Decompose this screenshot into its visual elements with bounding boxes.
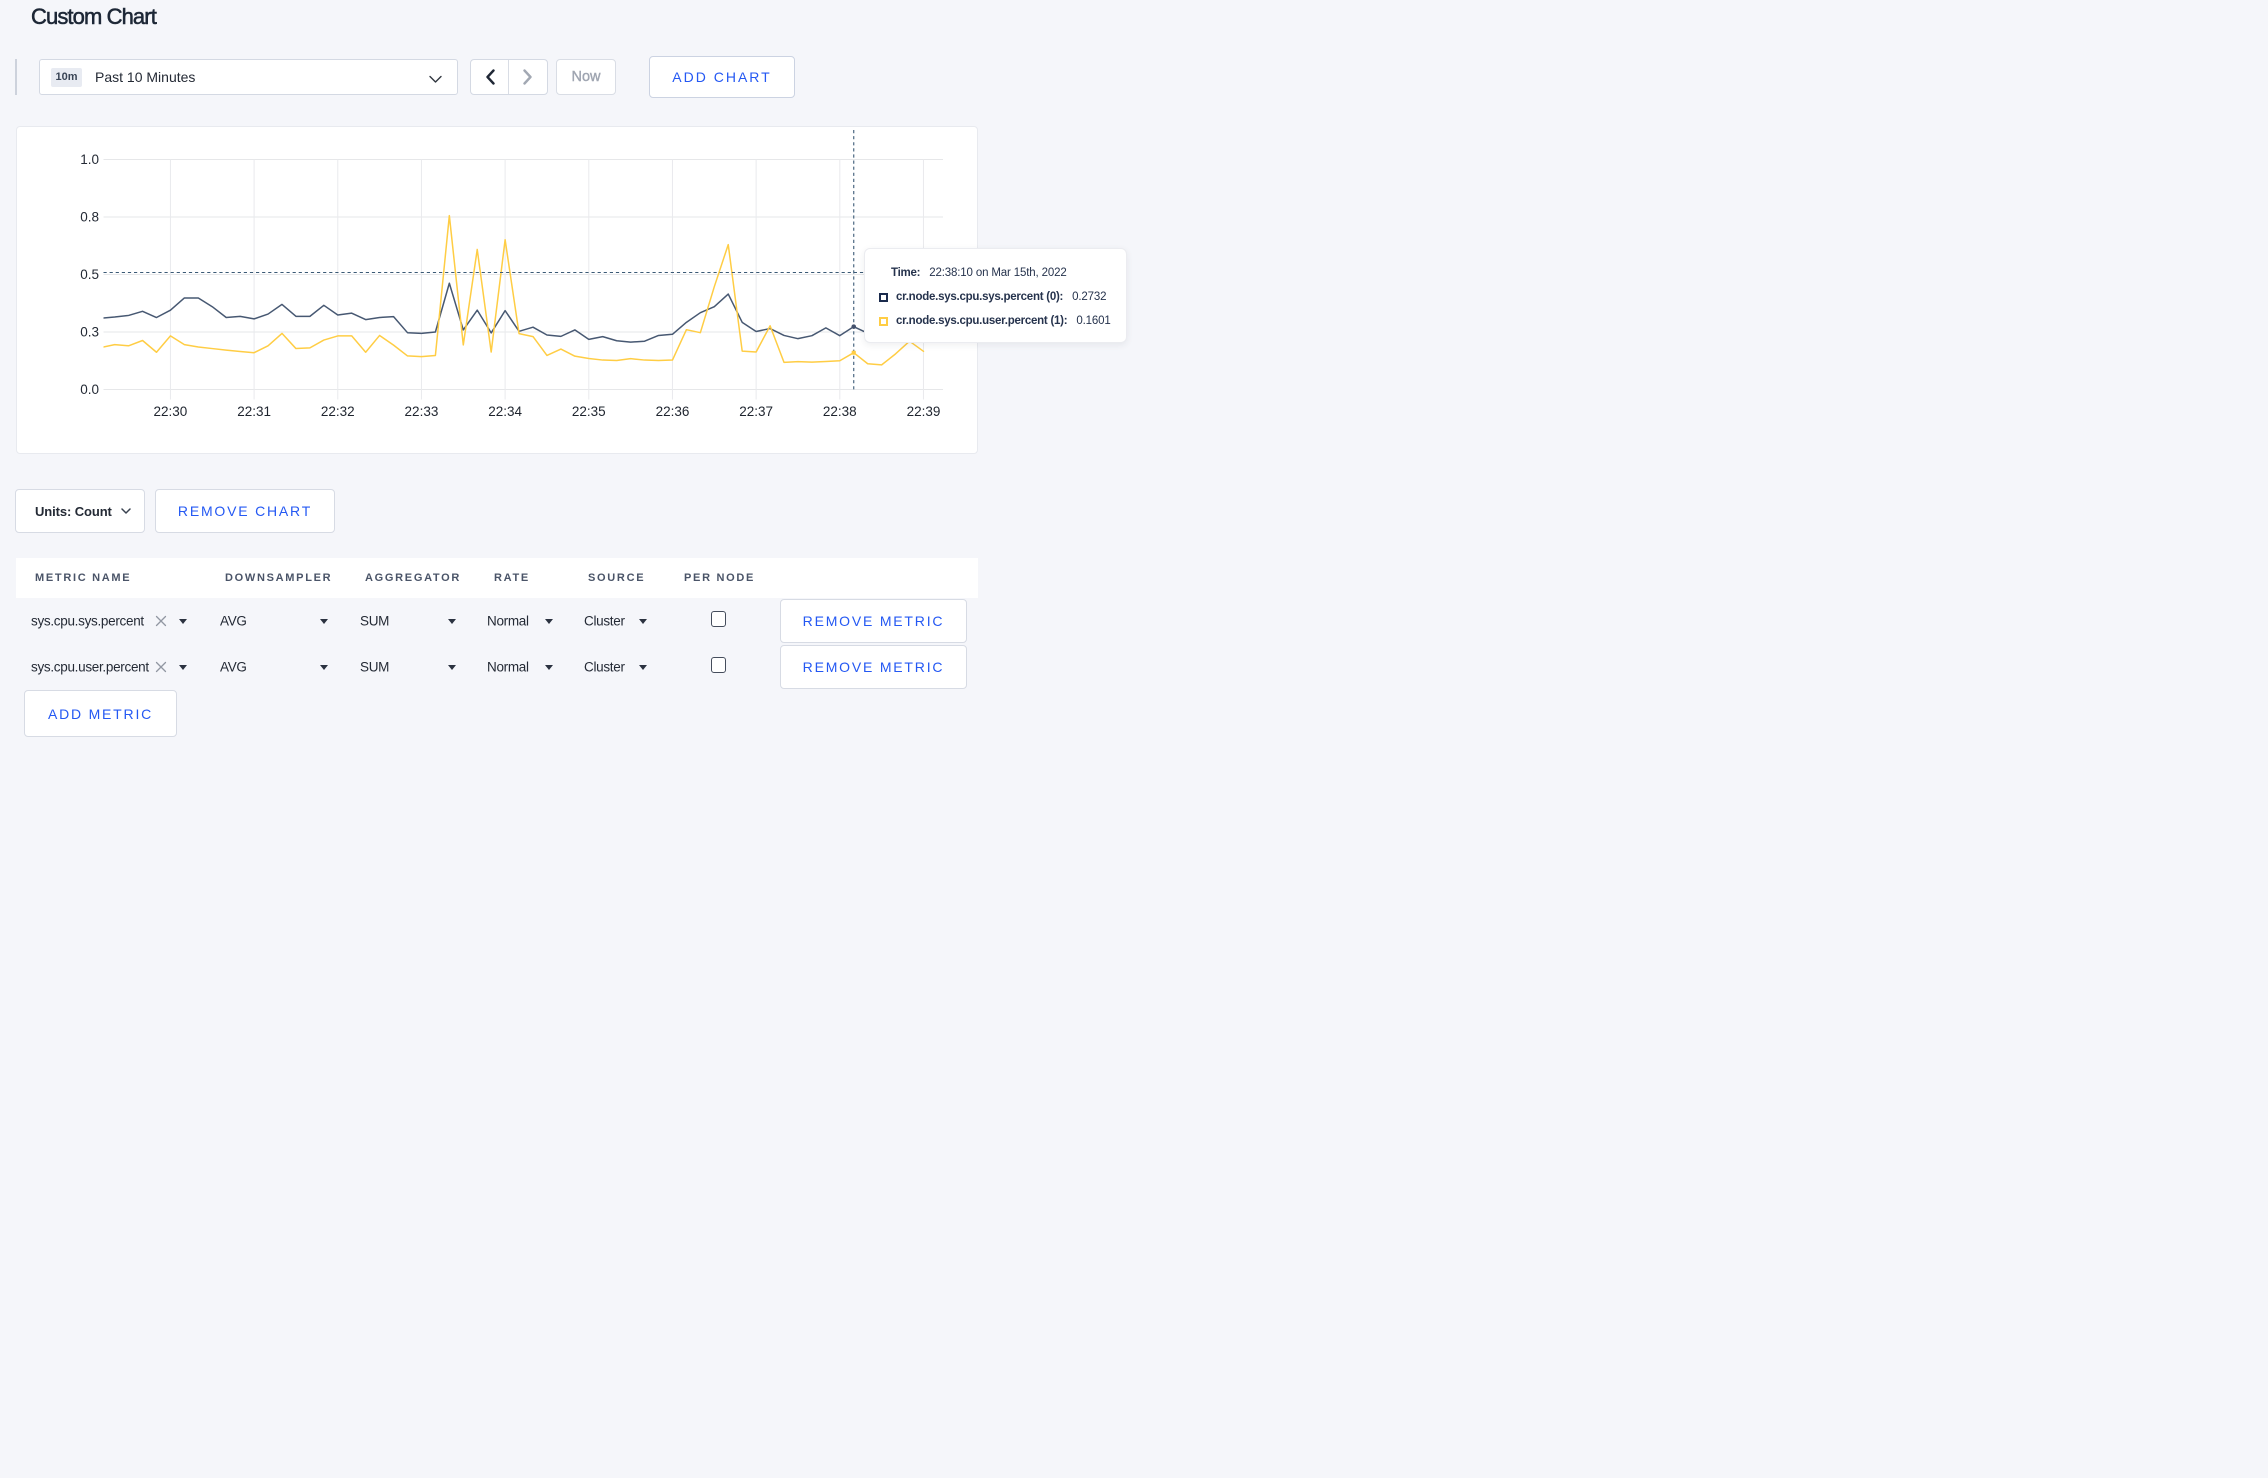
time-range-badge: 10m: [51, 67, 83, 87]
svg-text:1.0: 1.0: [80, 152, 99, 167]
remove-chart-button[interactable]: REMOVE CHART: [155, 489, 335, 533]
chevron-down-icon: [429, 75, 442, 83]
col-header-per-node: PER NODE: [684, 572, 756, 584]
metric-name-value[interactable]: sys.cpu.sys.percent: [31, 614, 144, 629]
remove-metric-button[interactable]: REMOVE METRIC: [780, 645, 967, 689]
per-node-checkbox[interactable]: [711, 657, 726, 673]
svg-text:0.8: 0.8: [80, 210, 99, 225]
svg-text:22:39: 22:39: [907, 404, 941, 419]
series-line-user: [103, 214, 925, 366]
tooltip-series-name: cr.node.sys.cpu.user.percent (1):: [896, 315, 1068, 327]
col-header-downsampler: DOWNSAMPLER: [225, 572, 333, 584]
tooltip-time-row: Time: 22:38:10 on Mar 15th, 2022: [879, 261, 1112, 285]
tooltip-time-value: 22:38:10 on Mar 15th, 2022: [929, 267, 1067, 279]
metric-name-value[interactable]: sys.cpu.user.percent: [31, 660, 149, 675]
svg-text:22:31: 22:31: [237, 404, 271, 419]
metric-name-caret-icon[interactable]: [179, 665, 187, 670]
chevron-left-icon: [485, 69, 495, 85]
tooltip-series-row: cr.node.sys.cpu.user.percent (1): 0.1601: [879, 309, 1112, 333]
svg-text:22:33: 22:33: [405, 404, 439, 419]
time-range-select[interactable]: 10m Past 10 Minutes: [39, 59, 458, 95]
add-chart-button[interactable]: ADD CHART: [649, 56, 795, 98]
remove-tag-x-icon[interactable]: [155, 661, 167, 673]
svg-text:22:32: 22:32: [321, 404, 355, 419]
units-label: Units: Count: [35, 503, 112, 519]
rate-caret-icon[interactable]: [545, 665, 553, 670]
col-header-source: SOURCE: [588, 572, 646, 584]
downsampler-caret-icon[interactable]: [320, 619, 328, 624]
source-caret-icon[interactable]: [639, 665, 647, 670]
source-caret-icon[interactable]: [639, 619, 647, 624]
tooltip-series-row: cr.node.sys.cpu.sys.percent (0): 0.2732: [879, 285, 1112, 309]
col-header-rate: RATE: [494, 572, 530, 584]
svg-text:0.3: 0.3: [80, 325, 99, 340]
aggregator-value[interactable]: SUM: [360, 660, 389, 675]
table-header-row: METRIC NAME DOWNSAMPLER AGGREGATOR RATE …: [16, 558, 978, 598]
tooltip-series-value: 0.1601: [1076, 315, 1111, 327]
tooltip-time-label: Time:: [891, 267, 921, 279]
downsampler-value[interactable]: AVG: [220, 614, 247, 629]
rate-caret-icon[interactable]: [545, 619, 553, 624]
aggregator-caret-icon[interactable]: [448, 665, 456, 670]
remove-metric-button[interactable]: REMOVE METRIC: [780, 599, 967, 643]
chevron-down-icon: [121, 508, 131, 514]
rate-value[interactable]: Normal: [487, 614, 529, 629]
table-row: sys.cpu.sys.percent AVG SUM Normal Clust…: [16, 598, 978, 644]
svg-text:22:34: 22:34: [488, 404, 522, 419]
add-metric-button[interactable]: ADD METRIC: [24, 690, 177, 737]
hover-dot-sys: [851, 324, 857, 329]
series-swatch-user: [879, 316, 888, 326]
line-chart[interactable]: 1.0 0.8 0.5 0.3 0.0 22:30 22:31 22:32 22:33 22:34…: [17, 127, 979, 455]
tooltip-series-value: 0.2732: [1072, 291, 1107, 303]
aggregator-caret-icon[interactable]: [448, 619, 456, 624]
time-nav-group: [470, 59, 548, 95]
downsampler-caret-icon[interactable]: [320, 665, 328, 670]
svg-text:22:38: 22:38: [823, 404, 857, 419]
remove-tag-x-icon[interactable]: [155, 615, 167, 627]
toolbar-divider: [15, 59, 17, 95]
next-time-button[interactable]: [509, 60, 547, 94]
chart-panel: 1.0 0.8 0.5 0.3 0.0 22:30 22:31 22:32 22:33 22:34…: [16, 126, 1127, 455]
downsampler-value[interactable]: AVG: [220, 660, 247, 675]
page-title: Custom Chart: [31, 4, 157, 30]
tooltip-series-name: cr.node.sys.cpu.sys.percent (0):: [896, 291, 1064, 303]
svg-text:22:35: 22:35: [572, 404, 606, 419]
svg-text:22:36: 22:36: [656, 404, 690, 419]
svg-text:0.5: 0.5: [80, 267, 99, 282]
hover-dot-user: [851, 350, 856, 355]
per-node-checkbox[interactable]: [711, 611, 726, 627]
now-button[interactable]: Now: [556, 59, 616, 95]
col-header-metric-name: METRIC NAME: [35, 572, 132, 584]
series-line-sys: [103, 282, 925, 343]
col-header-aggregator: AGGREGATOR: [365, 572, 462, 584]
prev-time-button[interactable]: [471, 60, 509, 94]
svg-text:22:37: 22:37: [739, 404, 773, 419]
chart-tooltip: Time: 22:38:10 on Mar 15th, 2022 cr.node…: [864, 248, 1127, 343]
series-swatch-sys: [879, 292, 888, 302]
source-value[interactable]: Cluster: [584, 614, 625, 629]
chevron-right-icon: [523, 69, 532, 85]
rate-value[interactable]: Normal: [487, 660, 529, 675]
metric-name-caret-icon[interactable]: [179, 619, 187, 624]
source-value[interactable]: Cluster: [584, 660, 625, 675]
table-row: sys.cpu.user.percent AVG SUM Normal Clus…: [16, 644, 978, 690]
units-select[interactable]: Units: Count: [15, 489, 145, 533]
metrics-table: METRIC NAME DOWNSAMPLER AGGREGATOR RATE …: [16, 558, 978, 697]
time-range-label: Past 10 Minutes: [95, 69, 196, 85]
svg-text:0.0: 0.0: [80, 382, 99, 397]
aggregator-value[interactable]: SUM: [360, 614, 389, 629]
svg-text:22:30: 22:30: [154, 404, 188, 419]
